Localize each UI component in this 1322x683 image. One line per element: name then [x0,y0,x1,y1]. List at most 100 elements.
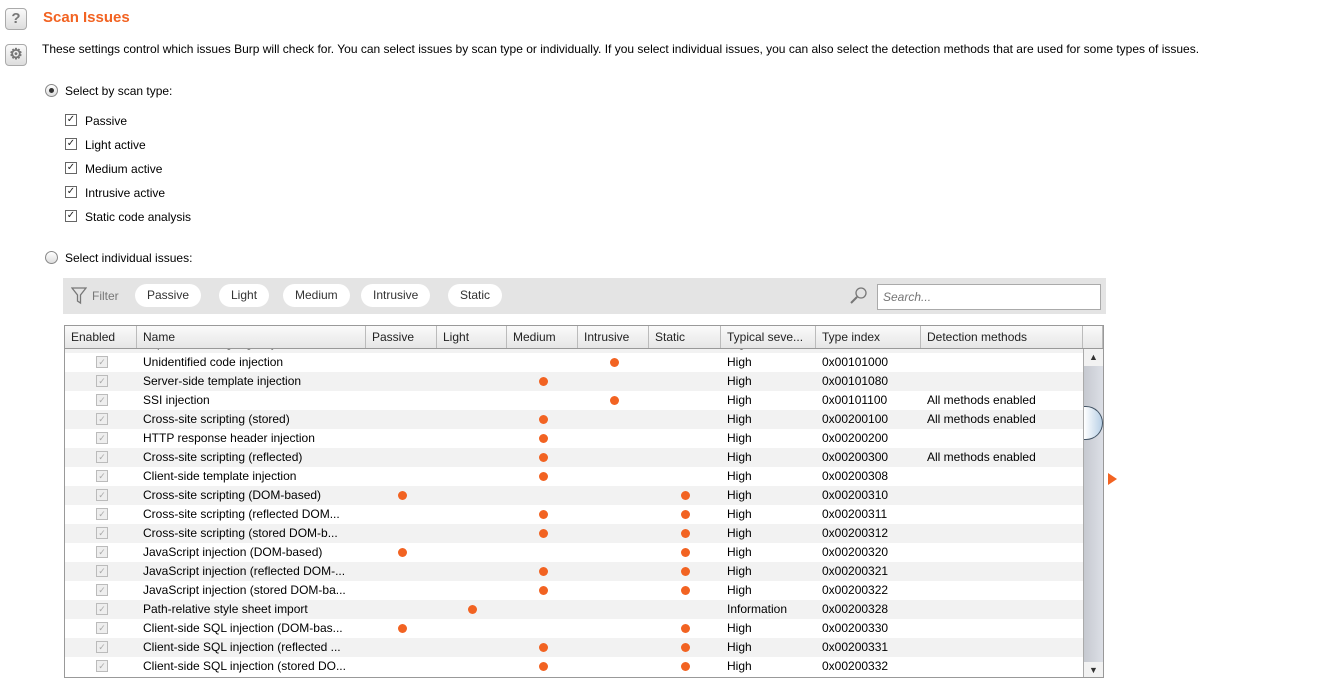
enabled-checkbox[interactable]: ✓ [96,375,108,387]
severity: High [727,545,752,559]
table-row[interactable]: ✓ Client-side template injection High 0x002… [65,467,1083,486]
severity: High [727,450,752,464]
column-header[interactable]: Typical seve... [721,326,816,348]
column-header[interactable]: Detection methods [921,326,1083,348]
detection-methods [921,486,927,505]
enabled-checkbox[interactable]: ✓ [96,603,108,615]
table-row[interactable]: ✓ Unidentified code injection High 0x001010… [65,353,1083,372]
severity: High [727,583,752,597]
severity: High [727,640,752,654]
enabled-checkbox[interactable]: ✓ [96,641,108,653]
table-row[interactable]: ✓ HTTP response header injection High 0x002… [65,429,1083,448]
scan-type-checkbox[interactable]: ✓ [65,114,77,126]
scan-type-dot [681,510,690,519]
individual-issues-label: Select individual issues: [65,251,193,265]
enabled-checkbox[interactable]: ✓ [96,356,108,368]
enabled-checkbox[interactable]: ✓ [96,546,108,558]
table-row[interactable]: ✓ Cross-site scripting (reflected) High 0x0… [65,448,1083,467]
table-row[interactable]: ✓ JavaScript injection (DOM-based) High 0x0… [65,543,1083,562]
column-header[interactable]: Medium [507,326,578,348]
detection-methods [921,524,927,543]
severity: High [727,431,752,445]
gear-icon: ⚙ [9,46,23,63]
column-header[interactable]: Passive [366,326,437,348]
filter-pill-medium[interactable]: Medium [283,284,350,307]
enabled-checkbox[interactable]: ✓ [96,622,108,634]
severity: High [727,469,752,483]
severity: High [727,393,752,407]
table-row[interactable]: ✓ Client-side SQL injection (reflected ..… [65,638,1083,657]
enabled-checkbox[interactable]: ✓ [96,527,108,539]
issue-name: Client-side SQL injection (DOM-bas... [143,621,343,635]
column-header[interactable]: Enabled [65,326,137,348]
scan-type-checkbox[interactable]: ✓ [65,138,77,150]
enabled-checkbox[interactable]: ✓ [96,489,108,501]
scan-type-dot [681,662,690,671]
table-row[interactable]: ✓ Client-side SQL injection (stored DO...… [65,657,1083,676]
enabled-checkbox[interactable]: ✓ [96,413,108,425]
enabled-checkbox[interactable]: ✓ [96,565,108,577]
enabled-checkbox[interactable]: ✓ [96,451,108,463]
table-row[interactable]: ✓ Cross-site scripting (DOM-based) High 0x0… [65,486,1083,505]
detection-methods [921,619,927,638]
issue-name: Cross-site scripting (DOM-based) [143,488,322,502]
filter-pill-static[interactable]: Static [448,284,503,307]
detection-methods [921,353,927,372]
table-row[interactable]: ✓ Cross-site scripting (reflected DOM... H… [65,505,1083,524]
help-button[interactable]: ? [5,8,27,30]
filter-icon [71,287,87,305]
filter-pill-intrusive[interactable]: Intrusive [361,284,431,307]
table-row[interactable]: ✓ Cross-site scripting (stored DOM-b... Hi… [65,524,1083,543]
scan-type-checkbox[interactable]: ✓ [65,210,77,222]
detection-methods: All methods enabled [927,450,1036,464]
scan-type-checkbox[interactable]: ✓ [65,162,77,174]
enabled-checkbox[interactable]: ✓ [96,508,108,520]
table-row[interactable]: ✓ Cross-site scripting (stored) High 0x0020… [65,410,1083,429]
type-index: 0x00200320 [822,545,889,559]
column-header[interactable]: Intrusive [578,326,649,348]
issue-name: Cross-site scripting (reflected DOM... [143,507,340,521]
scan-type-dot [397,548,407,557]
scroll-down-icon[interactable]: ▼ [1084,662,1103,677]
scan-type-dot [609,358,619,367]
table-header: Enabled Name Passive Light Medium Intrusive St… [65,326,1103,349]
table-row[interactable]: ✓ Server-side template injection High 0x001… [65,372,1083,391]
column-header[interactable]: Type index [816,326,921,348]
type-index: 0x00200311 [822,507,888,521]
table-row[interactable]: ✓ JavaScript injection (reflected DOM-...… [65,562,1083,581]
scroll-thumb[interactable] [1084,406,1103,440]
vertical-scrollbar[interactable]: ▲ ▼ [1083,349,1103,677]
search-input[interactable] [877,284,1101,310]
individual-issues-radio[interactable] [45,251,58,264]
scan-type-radio[interactable] [45,84,58,97]
table-row[interactable]: ✓ Client-side SQL injection (DOM-bas... Hi… [65,619,1083,638]
detection-methods [921,543,927,562]
settings-button[interactable]: ⚙ [5,44,27,66]
column-header[interactable]: Light [437,326,507,348]
severity: High [727,355,752,369]
scan-type-dot [538,472,548,481]
column-header[interactable]: Name [137,326,366,348]
detection-methods [921,581,927,600]
enabled-checkbox[interactable]: ✓ [96,470,108,482]
filter-label: Filter [92,289,119,303]
scan-type-dot [538,529,548,538]
enabled-checkbox[interactable]: ✓ [96,584,108,596]
column-header[interactable]: Static [649,326,721,348]
issue-name: HTTP response header injection [143,431,315,445]
type-index: 0x00200200 [822,431,889,445]
table-row[interactable]: ✓ SSI injection High 0x00101100 All methods … [65,391,1083,410]
scroll-up-icon[interactable]: ▲ [1084,349,1103,366]
scan-type-checkbox[interactable]: ✓ [65,186,77,198]
issue-name: Path-relative style sheet import [143,602,308,616]
scan-type-dot [538,662,548,671]
detection-methods [921,657,927,676]
enabled-checkbox[interactable]: ✓ [96,394,108,406]
enabled-checkbox[interactable]: ✓ [96,432,108,444]
enabled-checkbox[interactable]: ✓ [96,660,108,672]
filter-pill-light[interactable]: Light [219,284,270,307]
expand-arrow-icon[interactable] [1108,473,1117,485]
table-row[interactable]: ✓ JavaScript injection (stored DOM-ba... H… [65,581,1083,600]
table-row[interactable]: ✓ Path-relative style sheet import Informa… [65,600,1083,619]
filter-pill-passive[interactable]: Passive [135,284,202,307]
